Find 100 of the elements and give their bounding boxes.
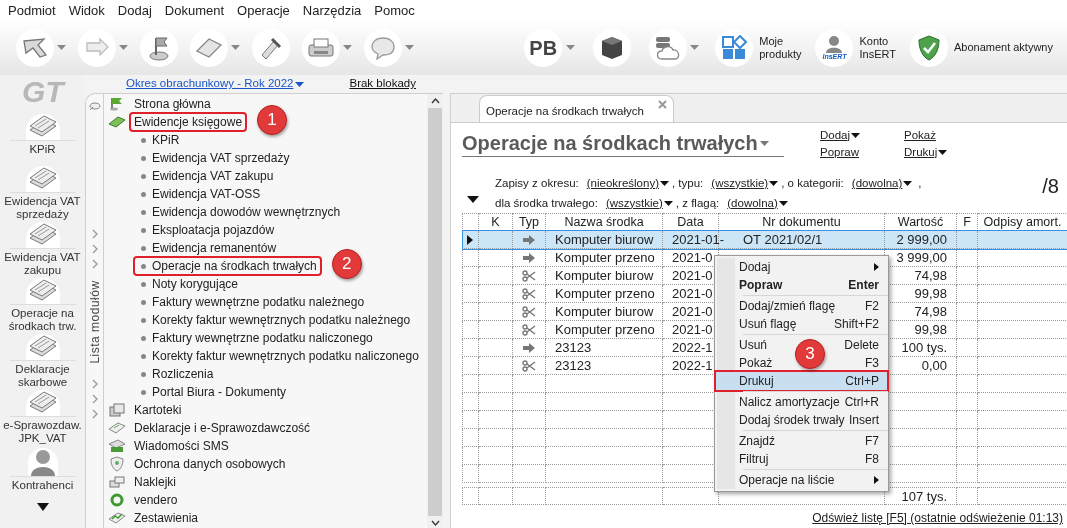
bullet-icon (141, 353, 146, 359)
nav-item[interactable]: Deklaracje skarbowe (0, 333, 85, 389)
tree-item[interactable]: Naklejki (129, 472, 181, 492)
tree-item[interactable]: Ewidencja remanentów (133, 238, 282, 258)
documents-icon (25, 222, 60, 248)
tree-item[interactable]: Portal Biura - Dokumenty (133, 382, 292, 402)
menu-item[interactable]: Nalicz amortyzacje (739, 393, 840, 411)
bullet-icon (141, 263, 146, 269)
nav-item[interactable]: KPiR (0, 109, 85, 165)
action-link[interactable]: Dodaj (820, 127, 904, 144)
arrow-icon (523, 342, 535, 353)
menu-item[interactable]: Narzędzia (302, 3, 362, 17)
close-icon[interactable] (657, 99, 667, 109)
tree-item[interactable]: Strona główna (129, 94, 216, 114)
tree-item[interactable]: Ewidencje księgowe (129, 112, 248, 132)
scroll-down-icon[interactable] (430, 520, 440, 526)
menu-item[interactable]: Dokument (164, 3, 225, 17)
tree-item[interactable]: Kartoteki (129, 400, 187, 420)
document-tab[interactable]: Operacje na środkach trwałych (479, 95, 674, 122)
lock-link[interactable]: Brak blokady (349, 75, 416, 93)
shortcut-label: Shift+F2 (833, 316, 879, 333)
tree-item[interactable]: Ochrona danych osobowych (129, 454, 291, 474)
menu-item[interactable]: Podmiot (8, 3, 56, 17)
bullet-icon (141, 299, 146, 305)
toolbar-button[interactable] (647, 28, 702, 67)
tree-item[interactable]: Ewidencja VAT-OSS (133, 184, 266, 204)
tree-item[interactable]: Zestawienia (129, 508, 204, 528)
tree-item[interactable]: Faktury wewnętrzne podatku naliczonego (133, 328, 378, 348)
tree-item[interactable]: Wiadomości SMS (129, 436, 234, 456)
tree-item[interactable]: Korekty faktur wewnętrznych podatku należnego (133, 310, 416, 330)
tree-item[interactable]: KPiR (133, 130, 185, 150)
bullet-icon (141, 335, 146, 341)
tree-item[interactable]: Operacje na środkach trwałych (133, 256, 322, 276)
refresh-link[interactable]: Odśwież listę [F5] (ostatnie odświeżenie 01:13) (812, 509, 1063, 527)
tree-item[interactable]: Eksploatacja pojazdów (133, 220, 280, 240)
nav-item[interactable]: e-Sprawozdaw. JPK_VAT (0, 389, 85, 445)
submenu-arrow-icon (874, 476, 879, 484)
caret-icon (405, 45, 414, 50)
toolbar-button[interactable]: Abonament aktywny (909, 28, 1053, 67)
scroll-up-icon[interactable] (430, 98, 440, 104)
scroll-down-icon[interactable] (36, 503, 49, 511)
filter-link[interactable]: (wszystkie) (605, 194, 673, 213)
toolbar-button[interactable]: Moje produkty (715, 28, 802, 67)
menu-item[interactable]: Znajdź (739, 432, 776, 450)
tree-item[interactable]: Ewidencja VAT zakupu (133, 166, 279, 186)
menu-item[interactable]: Dodaj (117, 3, 152, 17)
table-row[interactable]: Komputer biurow 2021-01- OT 2021/02/1 2 999,00 (462, 230, 1067, 249)
tree-item[interactable]: Noty korygujące (133, 274, 244, 294)
menu-item[interactable]: Widok (68, 3, 105, 17)
action-link[interactable]: Drukuj (904, 144, 964, 161)
table-cell: 2021-01- (672, 231, 725, 247)
tree-item[interactable]: Rozliczenia (133, 364, 219, 384)
action-link[interactable]: Pokaż (904, 127, 964, 144)
menu-item[interactable]: Pomoc (374, 3, 415, 17)
bullet-icon (141, 209, 146, 215)
vertical-tab[interactable]: Lista modułów (85, 280, 104, 364)
row-pointer-icon (467, 234, 473, 245)
book-icon (108, 116, 126, 128)
filter-label: dla środka trwałego: (495, 195, 598, 211)
documents-icon (25, 334, 60, 360)
menu-item[interactable]: Filtruj (739, 450, 769, 468)
filter-link[interactable]: (dowolna) (727, 194, 788, 213)
period-link[interactable]: Okres obrachunkowy - Rok 2022 (126, 75, 305, 93)
pointer-icon (22, 36, 48, 59)
filter-link[interactable]: (nieokreślony) (586, 174, 669, 193)
bullet-icon (141, 137, 146, 143)
menu-item[interactable]: Pokaż (739, 354, 773, 372)
expand-icon[interactable] (467, 196, 479, 203)
tree-item[interactable]: Faktury wewnętrzne podatku należnego (133, 292, 370, 312)
table-cell: 99,98 (914, 285, 947, 301)
nav-item[interactable]: Ewidencja VAT sprzedaży (0, 165, 85, 221)
tree-item[interactable]: Ewidencja VAT sprzedaży (133, 148, 295, 168)
nav-item[interactable]: Kontrahenci (0, 445, 85, 501)
tree-item[interactable]: Korekty faktur wewnętrznych podatku naliczonego (133, 346, 424, 366)
nav-item[interactable]: Ewidencja VAT zakupu (0, 221, 85, 277)
action-link[interactable]: Popraw (820, 144, 904, 161)
tree-item[interactable]: vendero (129, 490, 183, 510)
menu-item[interactable]: Usuń (739, 336, 767, 354)
tree-item[interactable]: Deklaracje i e-Sprawozdawczość (129, 418, 316, 438)
menu-item[interactable]: Usuń flagę (739, 315, 797, 333)
menu-item[interactable]: Dodaj/zmień flagę (739, 297, 836, 315)
caret-icon (659, 181, 669, 186)
table-cell: 2021-0 (672, 321, 713, 337)
flag-icon (109, 97, 125, 111)
nav-item[interactable]: Operacje na środkach trw. (0, 277, 85, 333)
table-cell: Komputer przeno (555, 321, 655, 337)
menu-item[interactable]: Drukuj Ctrl+P (716, 372, 887, 390)
tree-item[interactable]: Ewidencja dowodów wewnętrznych (133, 202, 346, 222)
page-title[interactable]: Operacje na środkach trwałych (462, 131, 784, 157)
menu-item[interactable]: Operacje (237, 3, 290, 17)
scrollbar-thumb[interactable] (428, 108, 442, 516)
eraser-icon (195, 36, 223, 59)
pin-icon[interactable] (88, 101, 101, 111)
menu-item[interactable]: Popraw (739, 276, 783, 294)
menu-item[interactable]: Operacje na liście (739, 471, 835, 489)
menu-item[interactable]: Dodaj środek trwały (739, 411, 845, 429)
filter-link[interactable]: (dowolna) (851, 174, 913, 193)
documents-icon (25, 166, 60, 192)
filter-link[interactable]: (wszystkie) (711, 174, 779, 193)
bullet-icon (141, 173, 146, 179)
